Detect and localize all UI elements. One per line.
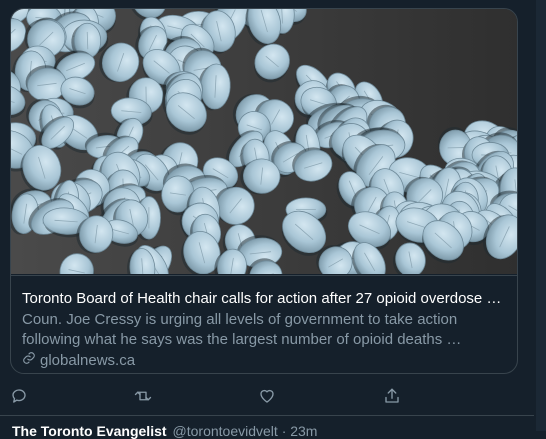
link-icon bbox=[22, 351, 36, 371]
card-title: Toronto Board of Health chair calls for … bbox=[22, 289, 506, 308]
next-tweet-header[interactable]: The Toronto Evangelist @torontoevidvelt ·… bbox=[12, 423, 317, 439]
card-domain-text: globalnews.ca bbox=[40, 351, 135, 371]
pills-photo bbox=[11, 9, 517, 274]
share-button[interactable] bbox=[381, 385, 403, 407]
card-description: Coun. Joe Cressy is urging all levels of… bbox=[22, 310, 506, 350]
link-card[interactable]: Toronto Board of Health chair calls for … bbox=[10, 8, 518, 374]
reply-button[interactable] bbox=[8, 385, 30, 407]
card-text[interactable]: Toronto Board of Health chair calls for … bbox=[11, 275, 517, 374]
tweet-actions bbox=[0, 382, 500, 410]
retweet-icon bbox=[133, 387, 153, 405]
tweet-divider bbox=[0, 415, 534, 416]
share-icon bbox=[383, 387, 401, 405]
next-tweet-name[interactable]: The Toronto Evangelist bbox=[12, 423, 167, 439]
next-tweet-handle: @torontoevidvelt · 23m bbox=[173, 423, 318, 439]
scrollbar[interactable] bbox=[536, 0, 546, 431]
retweet-button[interactable] bbox=[132, 385, 154, 407]
like-button[interactable] bbox=[256, 385, 278, 407]
card-image[interactable] bbox=[11, 9, 517, 274]
reply-icon bbox=[10, 387, 28, 405]
card-domain: globalnews.ca bbox=[22, 351, 506, 371]
like-icon bbox=[258, 387, 276, 405]
